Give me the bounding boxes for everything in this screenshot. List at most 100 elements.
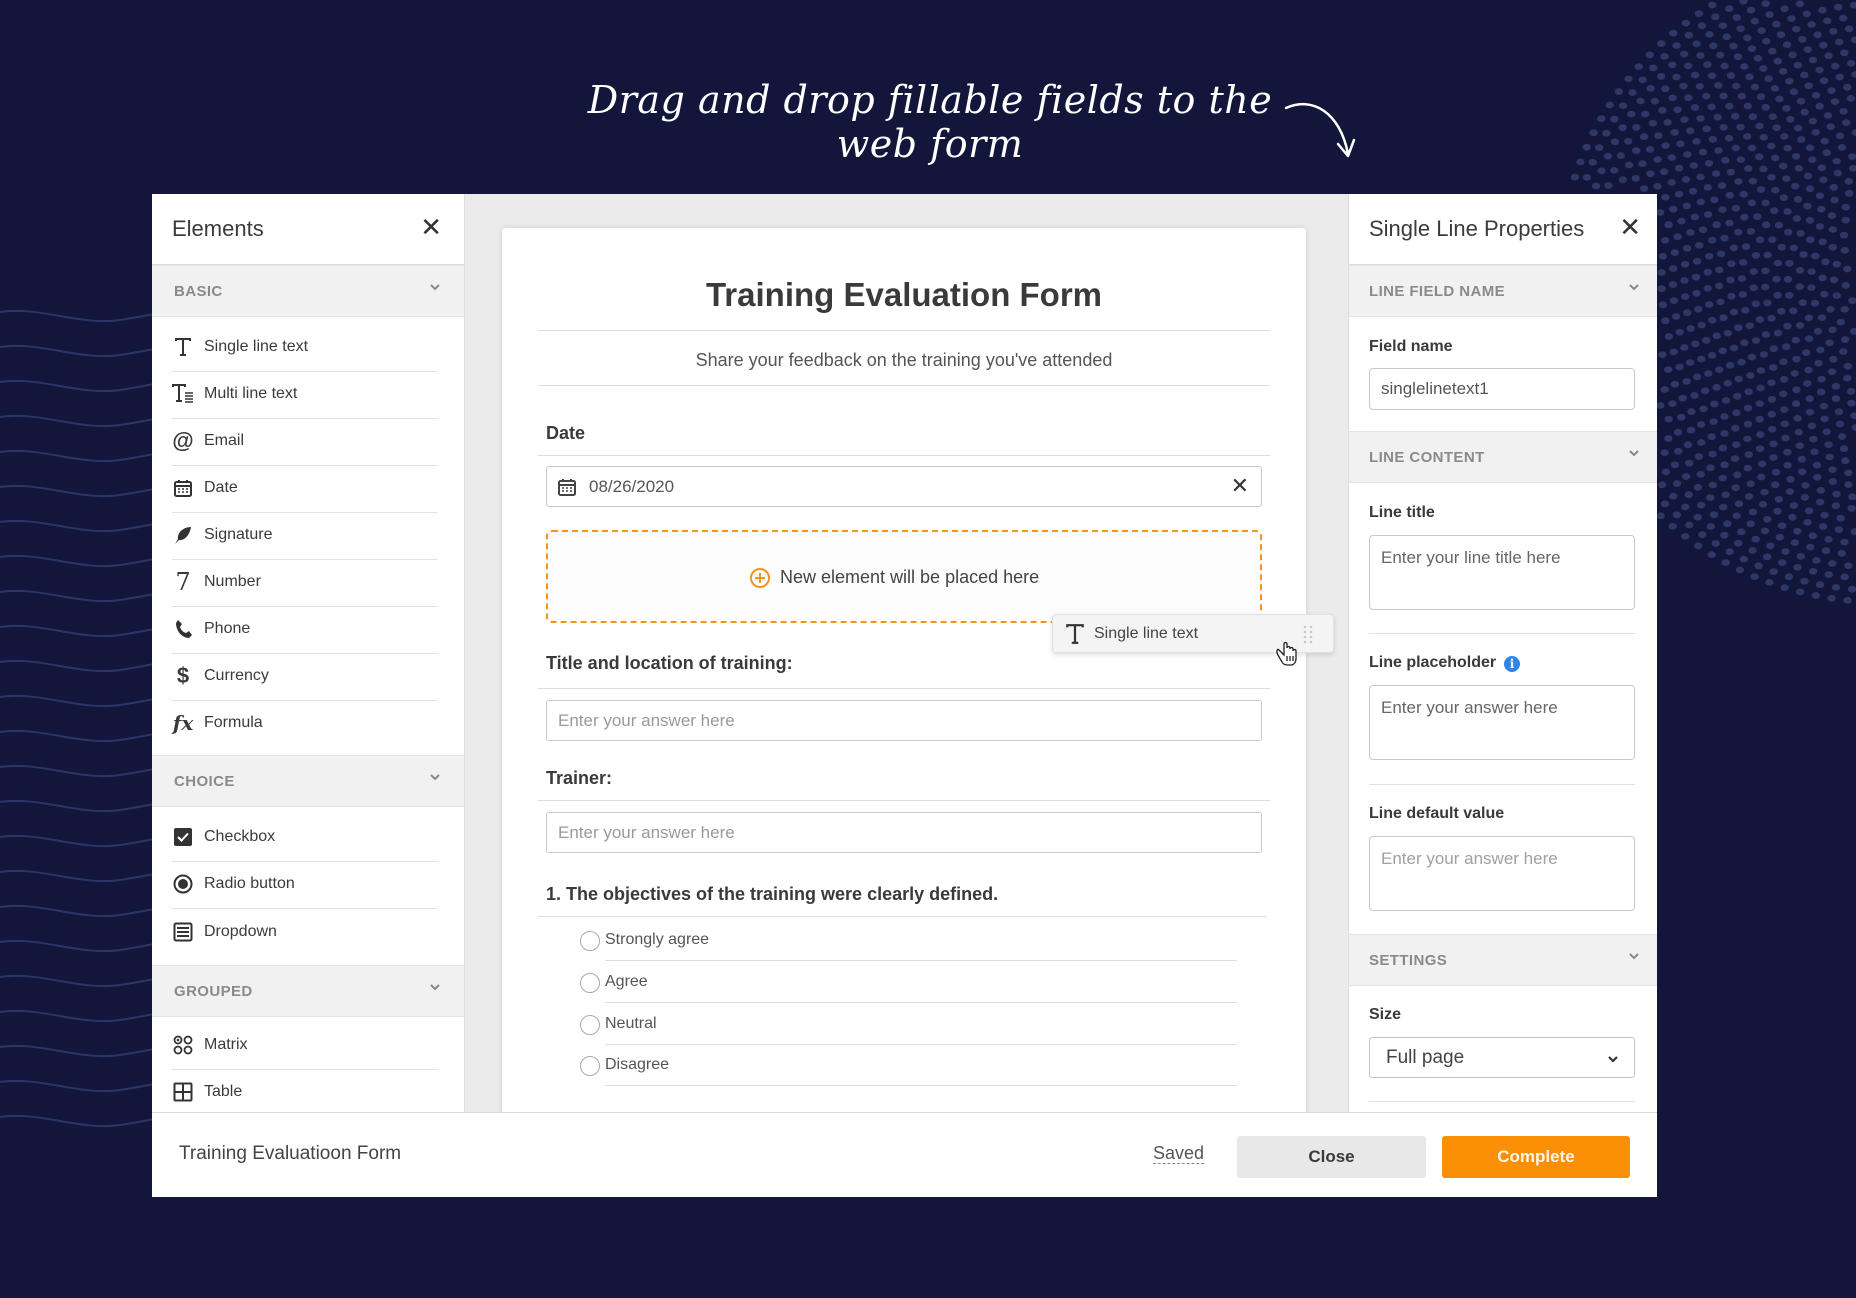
decor-dot xyxy=(1799,251,1808,258)
decor-dot xyxy=(1694,305,1703,313)
decor-dot xyxy=(1703,184,1713,191)
decor-dot xyxy=(1840,306,1849,313)
decor-dot xyxy=(1698,226,1708,234)
section-label: LINE FIELD NAME xyxy=(1369,283,1505,300)
decor-dot xyxy=(1683,441,1693,449)
decor-dot xyxy=(1840,246,1850,254)
decor-dot xyxy=(1841,336,1850,343)
element-dropdown[interactable]: Dropdown xyxy=(172,910,438,957)
decor-dot xyxy=(1772,275,1781,283)
element-date[interactable]: Date xyxy=(172,466,438,513)
decor-dot xyxy=(1660,168,1669,176)
decor-dot xyxy=(1824,536,1833,543)
decor-dot xyxy=(1755,153,1764,161)
radio-circle[interactable] xyxy=(580,1015,600,1035)
info-icon[interactable]: i xyxy=(1504,656,1520,672)
decor-dot xyxy=(1618,176,1628,184)
decor-dot xyxy=(1730,455,1740,462)
divider xyxy=(538,385,1270,386)
decor-dot xyxy=(1815,581,1825,589)
decor-dot xyxy=(1794,124,1803,132)
drag-handle-icon[interactable] xyxy=(1303,625,1313,645)
drop-zone[interactable]: New element will be placed here xyxy=(546,530,1262,623)
close-icon[interactable]: ✕ xyxy=(1619,212,1641,242)
decor-dot xyxy=(1624,161,1634,169)
form-title[interactable]: Training Evaluation Form xyxy=(502,276,1306,314)
decor-dot xyxy=(1844,562,1853,570)
decor-dot xyxy=(1715,366,1724,373)
decor-dot xyxy=(1682,202,1691,210)
line-title-textarea[interactable]: Enter your line title here xyxy=(1369,535,1635,610)
section-header-grouped[interactable]: GROUPED xyxy=(152,965,464,1017)
element-table[interactable]: Table xyxy=(172,1070,438,1117)
decor-dot xyxy=(1788,51,1797,59)
clear-date-icon[interactable]: ✕ xyxy=(1231,473,1249,499)
section-header-line-field-name[interactable]: LINE FIELD NAME xyxy=(1349,265,1657,317)
decor-dot xyxy=(1746,228,1756,235)
size-value: Full page xyxy=(1386,1047,1465,1068)
complete-button[interactable]: Complete xyxy=(1442,1136,1630,1178)
decor-dot xyxy=(1788,513,1797,521)
section-header-basic[interactable]: BASIC xyxy=(152,265,464,317)
element-email[interactable]: @ Email xyxy=(172,419,438,466)
close-button[interactable]: Close xyxy=(1237,1136,1426,1178)
line-placeholder-textarea[interactable]: Enter your answer here xyxy=(1369,685,1635,760)
title-location-input[interactable]: Enter your answer here xyxy=(546,700,1262,741)
decor-dot xyxy=(1793,527,1802,535)
decor-dot xyxy=(1725,102,1734,110)
trainer-input[interactable]: Enter your answer here xyxy=(546,812,1262,853)
size-select[interactable]: Full page xyxy=(1369,1037,1635,1078)
radio-circle[interactable] xyxy=(580,973,600,993)
decor-dot xyxy=(1760,488,1769,496)
element-matrix[interactable]: Matrix xyxy=(172,1023,438,1070)
decor-dot xyxy=(1795,322,1805,329)
decor-dot xyxy=(1685,359,1695,366)
element-formula[interactable]: fx Formula xyxy=(172,701,438,748)
section-header-choice[interactable]: CHOICE xyxy=(152,755,464,807)
decor-dot xyxy=(1795,283,1805,291)
element-number[interactable]: 7 Number xyxy=(172,560,438,607)
saved-status[interactable]: Saved xyxy=(1153,1143,1205,1164)
form-subtitle[interactable]: Share your feedback on the training you'… xyxy=(502,350,1306,371)
section-header-settings[interactable]: SETTINGS xyxy=(1349,934,1657,986)
properties-panel-title: Single Line Properties xyxy=(1369,216,1585,241)
decor-dot xyxy=(1670,128,1679,136)
decor-dot xyxy=(1770,207,1779,215)
decor-dot xyxy=(1690,392,1699,399)
close-icon[interactable]: ✕ xyxy=(420,212,442,242)
decor-dot xyxy=(1649,64,1658,72)
decor-dot xyxy=(1691,340,1700,348)
date-field[interactable]: 08/26/2020 ✕ xyxy=(546,466,1262,507)
decor-dot xyxy=(1843,265,1852,273)
decor-dot xyxy=(1731,484,1740,492)
section-header-line-content[interactable]: LINE CONTENT xyxy=(1349,431,1657,483)
element-signature[interactable]: Signature xyxy=(172,513,438,560)
decor-dot xyxy=(1835,38,1844,46)
element-phone[interactable]: Phone xyxy=(172,607,438,654)
decor-dot xyxy=(1658,253,1668,260)
radio-circle[interactable] xyxy=(580,1056,600,1076)
element-checkbox[interactable]: Checkbox xyxy=(172,815,438,862)
decor-dot xyxy=(1803,202,1812,210)
radio-circle[interactable] xyxy=(580,931,600,951)
element-single-line-text[interactable]: Single line text xyxy=(172,325,438,372)
decor-dot xyxy=(1696,501,1706,509)
decor-dot xyxy=(1708,135,1718,143)
decor-dot xyxy=(1813,31,1822,39)
decor-dot xyxy=(1780,375,1789,383)
element-radio-button[interactable]: Radio button xyxy=(172,862,438,909)
decor-dot xyxy=(1638,160,1647,168)
element-currency[interactable]: $ Currency xyxy=(172,654,438,701)
decor-dot xyxy=(1610,167,1619,174)
radio-option[interactable]: Disagree xyxy=(580,1045,1237,1086)
radio-option[interactable]: Agree xyxy=(580,962,1237,1003)
element-multi-line-text[interactable]: Multi line text xyxy=(172,372,438,419)
field-name-input[interactable]: singlelinetext1 xyxy=(1369,368,1635,410)
line-default-textarea[interactable]: Enter your answer here xyxy=(1369,836,1635,911)
decor-dot xyxy=(1673,428,1683,436)
radio-option[interactable]: Strongly agree xyxy=(580,920,1237,961)
decor-dot xyxy=(1833,169,1843,177)
radio-option[interactable]: Neutral xyxy=(580,1004,1237,1045)
decor-dot xyxy=(1759,351,1769,358)
decor-dot xyxy=(1692,138,1701,145)
